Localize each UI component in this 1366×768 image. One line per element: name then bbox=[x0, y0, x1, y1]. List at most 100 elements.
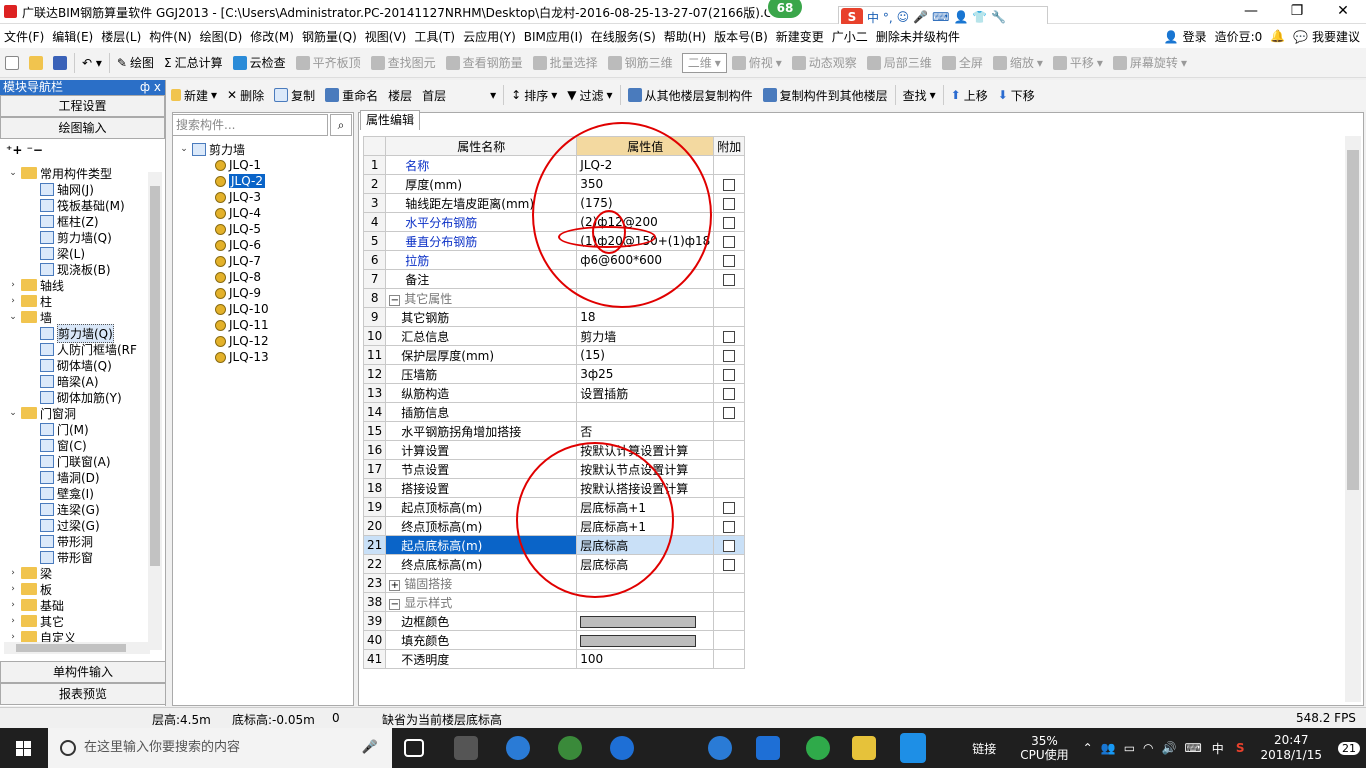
component-item[interactable]: JLQ-8 bbox=[215, 269, 261, 285]
property-row[interactable]: 6 拉筋 ф6@600*600 bbox=[362, 250, 746, 270]
property-row[interactable]: 23 + 锚固搭接 bbox=[362, 573, 746, 593]
nav-tree-item[interactable]: 过梁(G) bbox=[40, 517, 100, 533]
new-component-button[interactable]: 新建 ▾ bbox=[166, 87, 222, 104]
property-row[interactable]: 4 水平分布钢筋 (2)ф12@200 bbox=[362, 212, 746, 232]
property-row[interactable]: 41 不透明度 100 bbox=[362, 649, 746, 669]
extra-checkbox[interactable] bbox=[723, 520, 736, 533]
property-row[interactable]: 20 终点顶标高(m) 层底标高+1 bbox=[362, 516, 746, 536]
nav-tree-item[interactable]: ⌄ 门窗洞 bbox=[8, 405, 76, 421]
component-item[interactable]: JLQ-6 bbox=[215, 237, 261, 253]
align-slab-button[interactable]: 平齐板顶 bbox=[291, 54, 366, 71]
menu-help[interactable]: 帮助(H) bbox=[660, 28, 710, 45]
nav-tree-item[interactable]: ⌄ 墙 bbox=[8, 309, 52, 325]
property-row[interactable]: 21 起点底标高(m) 层底标高 bbox=[362, 535, 746, 555]
notes-icon[interactable] bbox=[852, 736, 876, 760]
taskbar-search-input[interactable]: 在这里输入你要搜索的内容 🎤 bbox=[48, 728, 392, 768]
new-file-icon[interactable] bbox=[0, 55, 24, 70]
local-3d-button[interactable]: 局部三维 bbox=[862, 54, 937, 71]
group-toggle-icon[interactable]: + bbox=[389, 579, 401, 591]
property-value[interactable]: (2)ф12@200 bbox=[576, 212, 715, 232]
mic-icon[interactable]: 🎤 bbox=[362, 728, 378, 768]
nav-hscrollbar[interactable] bbox=[4, 642, 150, 654]
ie-icon[interactable] bbox=[506, 736, 530, 760]
tray-sogou-icon[interactable]: S bbox=[1230, 741, 1251, 755]
copy-to-floor-button[interactable]: 复制构件到其他楼层 bbox=[758, 87, 893, 104]
color-swatch[interactable] bbox=[580, 615, 697, 628]
nav-tree-item[interactable]: › 柱 bbox=[8, 293, 52, 309]
expand-icon[interactable]: › bbox=[8, 584, 18, 594]
property-row[interactable]: 12 压墙筋 3ф25 bbox=[362, 364, 746, 384]
single-input-button[interactable]: 单构件输入 bbox=[0, 661, 166, 683]
property-row[interactable]: 11 保护层厚度(mm) (15) bbox=[362, 345, 746, 365]
menu-bim[interactable]: BIM应用(I) bbox=[520, 28, 587, 45]
user-icon[interactable]: 👤 bbox=[953, 10, 968, 24]
extra-checkbox[interactable] bbox=[723, 406, 736, 419]
menu-edit[interactable]: 编辑(E) bbox=[48, 28, 97, 45]
expand-icon[interactable]: › bbox=[8, 632, 18, 642]
extra-checkbox[interactable] bbox=[723, 539, 736, 552]
property-row[interactable]: 2 厚度(mm) 350 bbox=[362, 174, 746, 194]
price-label[interactable]: 造价豆:0 bbox=[1215, 28, 1263, 45]
component-item[interactable]: JLQ-12 bbox=[215, 333, 269, 349]
ggj-icon[interactable] bbox=[756, 736, 780, 760]
menu-draw[interactable]: 绘图(D) bbox=[196, 28, 247, 45]
menu-online[interactable]: 在线服务(S) bbox=[587, 28, 660, 45]
expand-icon[interactable]: › bbox=[8, 296, 18, 306]
top-view-button[interactable]: 俯视 ▾ bbox=[727, 54, 787, 71]
tray-up-icon[interactable]: ⌃ bbox=[1079, 741, 1097, 755]
expand-icon[interactable]: › bbox=[8, 280, 18, 290]
score-badge[interactable]: 68 bbox=[766, 0, 804, 20]
tray-lang[interactable]: 中 bbox=[1206, 740, 1230, 757]
component-item[interactable]: JLQ-7 bbox=[215, 253, 261, 269]
ime-mode[interactable]: 中 °, bbox=[867, 9, 893, 26]
view-rebar-button[interactable]: 查看钢筋量 bbox=[441, 54, 528, 71]
component-item[interactable]: JLQ-3 bbox=[215, 189, 261, 205]
fullscreen-button[interactable]: 全屏 bbox=[937, 54, 988, 71]
property-value[interactable]: (15) bbox=[576, 345, 715, 365]
component-root[interactable]: ⌄ 剪力墙 bbox=[179, 141, 245, 157]
rebar-3d-button[interactable]: 钢筋三维 bbox=[603, 54, 678, 71]
nav-tree-item[interactable]: 门(M) bbox=[40, 421, 89, 437]
extra-checkbox[interactable] bbox=[723, 178, 736, 191]
property-value[interactable]: 3ф25 bbox=[576, 364, 715, 384]
property-value[interactable]: 剪力墙 bbox=[576, 326, 715, 346]
property-value[interactable] bbox=[576, 611, 715, 631]
property-value[interactable]: 按默认搭接设置计算 bbox=[576, 478, 715, 498]
extra-checkbox[interactable] bbox=[723, 349, 736, 362]
property-value[interactable]: 层底标高+1 bbox=[576, 516, 715, 536]
tray-battery-icon[interactable]: ▭ bbox=[1120, 741, 1139, 755]
filter-button[interactable]: ▼ 过滤 ▾ bbox=[562, 87, 617, 104]
report-preview-button[interactable]: 报表预览 bbox=[0, 683, 166, 705]
component-item[interactable]: JLQ-1 bbox=[215, 157, 261, 173]
property-value[interactable]: 按默认计算设置计算 bbox=[576, 440, 715, 460]
property-value[interactable]: 设置插筋 bbox=[576, 383, 715, 403]
property-row[interactable]: 19 起点顶标高(m) 层底标高+1 bbox=[362, 497, 746, 517]
extra-checkbox[interactable] bbox=[723, 197, 736, 210]
copy-from-floor-button[interactable]: 从其他楼层复制构件 bbox=[623, 87, 758, 104]
nav-tree-item[interactable]: 剪力墙(Q) bbox=[40, 229, 112, 245]
property-value[interactable] bbox=[576, 592, 715, 612]
app-icon-3[interactable] bbox=[558, 736, 582, 760]
nav-tree-item[interactable]: 梁(L) bbox=[40, 245, 85, 261]
nav-tree-item[interactable]: 筏板基础(M) bbox=[40, 197, 125, 213]
component-item[interactable]: JLQ-9 bbox=[215, 285, 261, 301]
pin-icon[interactable]: ф x bbox=[140, 80, 161, 95]
nav-tree-item[interactable]: 砌体加筋(Y) bbox=[40, 389, 122, 405]
menu-cloud[interactable]: 云应用(Y) bbox=[459, 28, 520, 45]
property-value[interactable]: 100 bbox=[576, 649, 715, 669]
expand-icon[interactable]: ⌄ bbox=[8, 408, 18, 418]
emoji-icon[interactable]: ☺ bbox=[897, 10, 910, 24]
nav-tree-item[interactable]: ⌄ 常用构件类型 bbox=[8, 165, 112, 181]
start-button[interactable] bbox=[0, 728, 48, 768]
zoom-button[interactable]: 缩放 ▾ bbox=[988, 54, 1048, 71]
property-value[interactable]: (175) bbox=[576, 193, 715, 213]
extra-checkbox[interactable] bbox=[723, 330, 736, 343]
calc-button[interactable]: Σ 汇总计算 bbox=[159, 54, 228, 71]
active-app-icon[interactable] bbox=[900, 733, 926, 763]
edge-icon[interactable] bbox=[610, 736, 634, 760]
open-file-icon[interactable] bbox=[24, 55, 48, 70]
menu-floor[interactable]: 楼层(L) bbox=[97, 28, 145, 45]
expand-icon[interactable]: ⌄ bbox=[8, 312, 18, 322]
nav-tree-item[interactable]: › 梁 bbox=[8, 565, 52, 581]
property-row[interactable]: 10 汇总信息 剪力墙 bbox=[362, 326, 746, 346]
